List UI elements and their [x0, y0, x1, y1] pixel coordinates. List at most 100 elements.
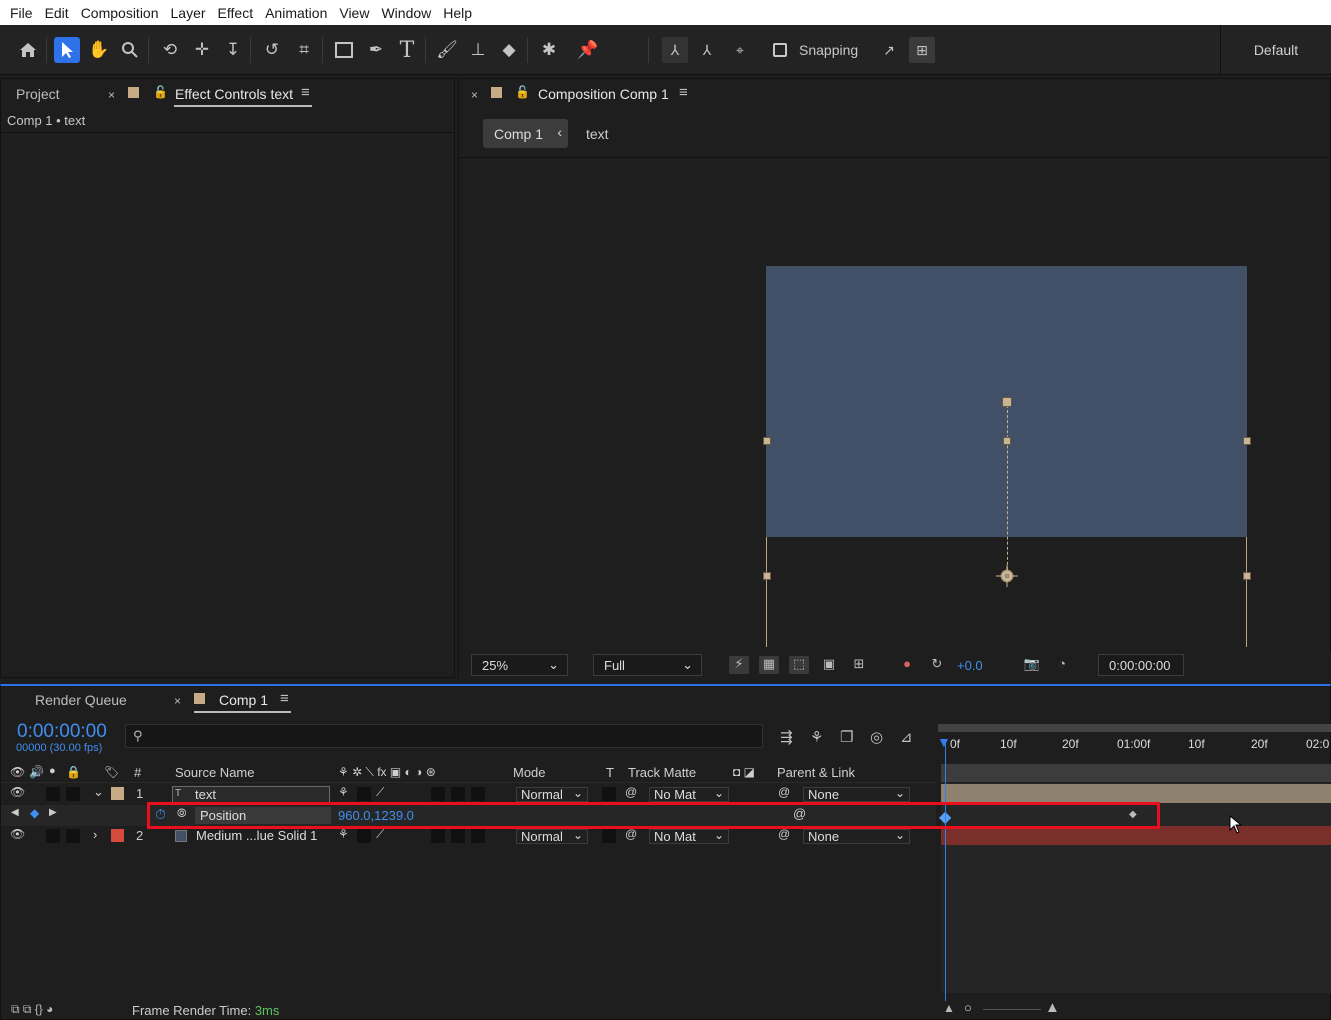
tab-project[interactable]: Project [16, 86, 60, 102]
menu-file[interactable]: File [4, 5, 39, 21]
menu-window[interactable]: Window [375, 5, 437, 21]
current-time-indicator[interactable] [945, 741, 946, 1001]
layer-duration-bar[interactable] [941, 784, 1331, 803]
mode-select[interactable]: Normal ⌄ [516, 829, 588, 844]
menu-effect[interactable]: Effect [212, 5, 260, 21]
mode-select[interactable]: Normal ⌄ [516, 787, 588, 802]
lock-icon[interactable]: 🔓 [153, 85, 168, 99]
parent-pickwhip-icon[interactable]: @ [778, 827, 790, 841]
switch-box[interactable] [357, 787, 371, 801]
lock-switch[interactable] [66, 829, 80, 843]
column-parent-link[interactable]: Parent & Link [777, 765, 855, 780]
world-axis-icon[interactable]: ⅄ [694, 37, 720, 63]
roto-brush-icon[interactable]: ✱ [536, 37, 562, 63]
lock-icon[interactable]: 🔓 [515, 85, 530, 99]
rotation-tool-icon[interactable]: ↺ [259, 37, 285, 63]
channel-icon[interactable]: ● [897, 656, 917, 674]
view-axis-icon[interactable]: ⌖ [727, 37, 753, 63]
expand-arrow-icon[interactable]: ⌄ [93, 784, 104, 800]
quality-switch-icon[interactable]: ⟋ [376, 827, 384, 842]
parent-select[interactable]: None ⌄ [803, 787, 910, 802]
menu-animation[interactable]: Animation [259, 5, 333, 21]
track-matte-select[interactable]: No Mat ⌄ [649, 829, 729, 844]
menu-view[interactable]: View [333, 5, 375, 21]
reset-exposure-icon[interactable]: ↻ [927, 656, 947, 674]
snapshot-icon[interactable]: 📷 [1022, 656, 1042, 674]
layer-handle[interactable] [763, 572, 771, 580]
next-keyframe-icon[interactable]: ▶ [49, 807, 57, 818]
fast-previews-icon[interactable]: ⚡ [729, 656, 749, 674]
exposure-value[interactable]: +0.0 [957, 658, 983, 673]
switch-box[interactable] [431, 829, 445, 843]
anchor-point-icon[interactable] [996, 565, 1018, 587]
eye-icon[interactable]: 👁 [10, 785, 25, 799]
switch-box[interactable] [471, 787, 485, 801]
tab-comp[interactable]: Comp 1 [219, 692, 268, 708]
lock-icon[interactable]: 🔒 [66, 765, 81, 779]
close-tab-icon[interactable]: × [471, 88, 478, 102]
zoom-select[interactable]: 25% ⌄ [471, 654, 568, 676]
selection-tool-icon[interactable] [54, 37, 80, 63]
layer-name[interactable]: Medium ...lue Solid 1 [196, 828, 317, 843]
show-snapshot-icon[interactable]: ◔ [1052, 656, 1072, 674]
menu-edit[interactable]: Edit [39, 5, 75, 21]
workspace-default[interactable]: Default [1220, 25, 1331, 75]
layer-handle[interactable] [1003, 437, 1011, 445]
grid-guides-icon[interactable]: ⊞ [849, 656, 869, 674]
puppet-pin-icon[interactable]: 📌 [575, 37, 601, 63]
prev-keyframe-icon[interactable]: ◀ [11, 807, 19, 818]
label-tag-icon[interactable]: 🏷 [104, 765, 119, 779]
draft-3d-icon[interactable]: ⚘ [810, 728, 823, 746]
switch-box[interactable] [357, 829, 371, 843]
menu-help[interactable]: Help [437, 5, 478, 21]
local-axis-icon[interactable]: ⅄ [662, 37, 688, 63]
column-track-matte[interactable]: Track Matte [628, 765, 696, 780]
layer-handle[interactable] [1243, 437, 1251, 445]
type-tool-icon[interactable]: T [394, 37, 420, 63]
breadcrumb-comp[interactable]: Comp 1 ‹ [483, 119, 568, 148]
shy-switch-icon[interactable]: ⚘ [338, 827, 349, 841]
zoom-slider-handle[interactable]: ○ [964, 1000, 972, 1015]
add-keyframe-icon[interactable]: ◆ [30, 806, 39, 820]
hand-tool-icon[interactable]: ✋ [86, 37, 112, 63]
zoom-slider-track[interactable] [983, 1009, 1041, 1010]
tab-render-queue[interactable]: Render Queue [35, 692, 127, 708]
time-ruler[interactable]: 0f 10f 20f 01:00f 10f 20f 02:0 [938, 724, 1331, 760]
graph-editor-icon[interactable]: ⊿ [900, 728, 913, 746]
layer-row[interactable]: 👁 › 2 Medium ...lue Solid 1 ⚘ ⟋ Normal ⌄ … [1, 826, 936, 847]
panel-menu-icon[interactable]: ≡ [679, 84, 688, 101]
work-area-bar[interactable] [938, 724, 1331, 732]
eraser-icon[interactable]: ◆ [496, 37, 522, 63]
preserve-transparency-box[interactable] [602, 787, 616, 801]
playhead-icon[interactable]: ▼ [937, 734, 951, 750]
layer-search-input[interactable]: ⚲ [125, 724, 763, 748]
comp-nav-bar[interactable] [941, 764, 1331, 782]
close-tab-icon[interactable]: × [108, 88, 115, 102]
lock-switch[interactable] [66, 787, 80, 801]
solo-switch[interactable] [46, 829, 60, 843]
menu-composition[interactable]: Composition [75, 5, 165, 21]
orbit-camera-icon[interactable]: ⟲ [157, 37, 183, 63]
layer-name-field[interactable]: T text [172, 786, 330, 803]
zoom-tool-icon[interactable] [117, 37, 143, 63]
shy-switch-icon[interactable]: ⚘ [338, 785, 349, 799]
clone-stamp-icon[interactable]: ⊥ [465, 37, 491, 63]
solo-switch[interactable] [46, 787, 60, 801]
render-toggle-icons[interactable]: ⧉ ⧉ {} ◕ [11, 1002, 53, 1017]
region-of-interest-icon[interactable]: ▣ [819, 656, 839, 674]
breadcrumb-layer[interactable]: text [586, 126, 609, 142]
pen-tool-icon[interactable]: ✒ [363, 37, 389, 63]
column-mode[interactable]: Mode [513, 765, 546, 780]
expand-arrow-icon[interactable]: › [93, 827, 97, 842]
parent-pickwhip-icon[interactable]: @ [778, 785, 790, 799]
snapping-checkbox[interactable] [773, 43, 787, 57]
layer-label-color[interactable] [111, 829, 124, 842]
preserve-transparency-box[interactable] [602, 829, 616, 843]
transparency-grid-icon[interactable]: ▦ [759, 656, 779, 674]
close-tab-icon[interactable]: × [174, 694, 181, 708]
pickwhip-icon[interactable]: @ [625, 827, 637, 841]
mask-visibility-icon[interactable]: ⬚ [789, 656, 809, 674]
snap-edges-icon[interactable]: ↗ [876, 37, 902, 63]
layer-handle[interactable] [763, 437, 771, 445]
tab-composition[interactable]: Composition Comp 1 [538, 86, 669, 102]
